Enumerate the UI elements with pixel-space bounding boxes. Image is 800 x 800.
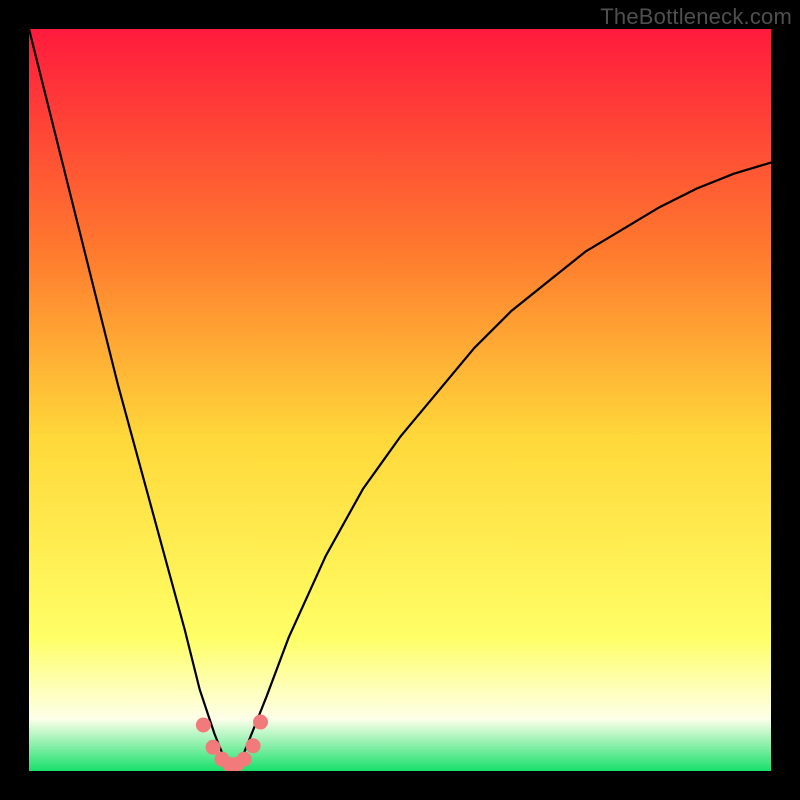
curve-marker <box>254 715 268 729</box>
watermark-text: TheBottleneck.com <box>600 4 792 30</box>
curve-marker <box>196 718 210 732</box>
gradient-bg <box>29 29 771 771</box>
plot-area <box>29 29 771 771</box>
curve-marker <box>206 740 220 754</box>
curve-marker <box>237 752 251 766</box>
chart-svg <box>29 29 771 771</box>
outer-frame: TheBottleneck.com <box>0 0 800 800</box>
curve-marker <box>246 739 260 753</box>
